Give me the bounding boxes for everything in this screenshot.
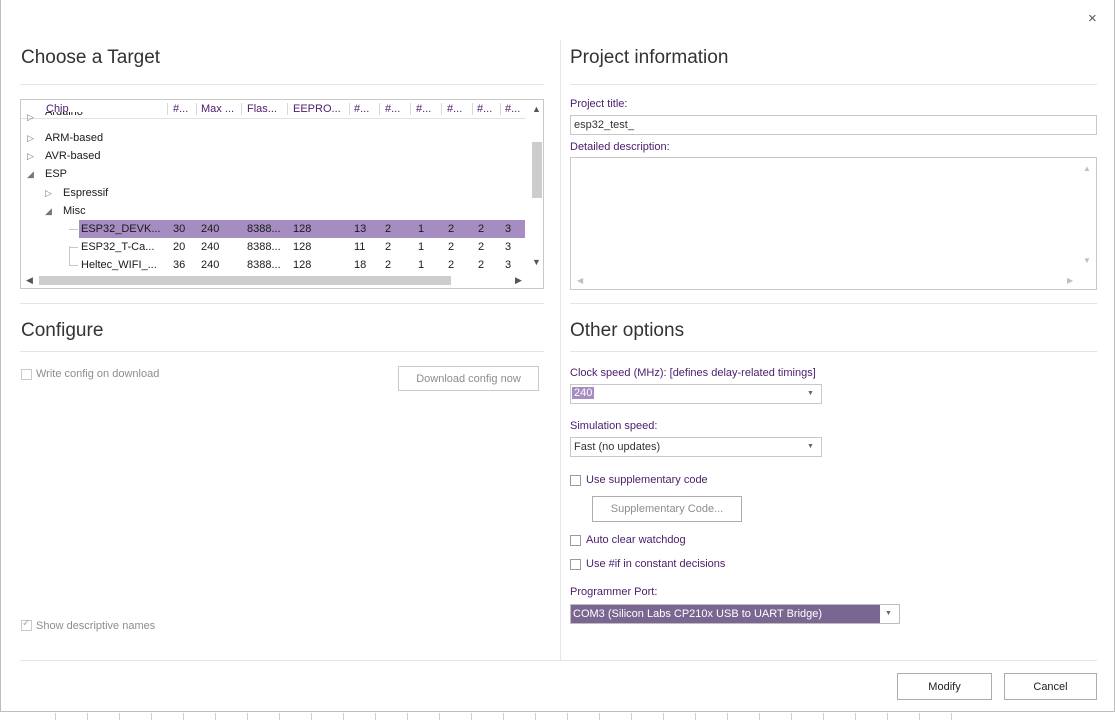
download-config-button[interactable]: Download config now [398,366,539,391]
project-title-label: Project title: [570,98,628,110]
horizontal-scroll-thumb[interactable] [39,276,451,285]
description-textarea[interactable]: ▲ ▼ ◀ ▶ [570,157,1097,290]
tree-row-label: AVR-based [45,150,101,162]
chevron-down-icon[interactable]: ▼ [885,610,892,617]
expand-icon[interactable]: ▷ [45,184,52,202]
target-bottom-divider [20,303,544,304]
chip-row[interactable]: ESP32_T-Ca... 20 240 8388... 128 11 2 1 … [21,238,526,256]
collapse-icon[interactable]: ◢ [27,165,34,183]
show-descriptive-label: Show descriptive names [36,620,156,632]
chip-tree-grid[interactable]: Chip #... Max ... Flas... EEPRO... #... … [20,99,544,289]
horizontal-scrollbar[interactable]: ◀ ▶ [21,273,526,288]
tree-row-arm[interactable]: ▷ ARM-based [21,129,526,147]
sim-speed-label: Simulation speed: [570,420,658,432]
scroll-right-icon[interactable]: ▶ [515,275,522,286]
expand-icon[interactable]: ▷ [27,147,34,165]
pane-divider [560,40,561,660]
target-heading: Choose a Target [21,47,161,68]
clock-speed-select[interactable]: 240 ▼ [570,384,822,404]
description-label: Detailed description: [570,141,670,153]
project-bottom-divider [570,303,1097,304]
port-label: Programmer Port: [570,586,658,598]
target-divider [20,84,544,85]
configure-divider [20,351,544,352]
scroll-left-icon[interactable]: ◀ [26,275,33,286]
watchdog-label: Auto clear watchdog [586,534,686,546]
tree-row-label: Arduino [45,112,83,118]
tree-row-misc[interactable]: ◢ Misc [21,202,526,220]
chip-row[interactable]: Heltec_WIFI_... 36 240 8388... 128 18 2 … [21,246,526,274]
chevron-down-icon[interactable]: ▼ [807,443,814,450]
ifdef-label: Use #if in constant decisions [586,558,726,570]
options-divider [570,351,1097,352]
scroll-right-icon[interactable]: ▶ [1067,276,1073,285]
expand-icon[interactable]: ▷ [27,129,34,147]
chevron-down-icon[interactable]: ▼ [807,390,814,397]
close-icon[interactable]: × [1088,10,1097,27]
chip-row[interactable]: ESP32_DEVK... 30 240 8388... 128 13 2 1 … [21,220,526,238]
project-divider [570,84,1097,85]
modify-button[interactable]: Modify [897,673,992,700]
tree-row-espressif[interactable]: ▷ Espressif [21,184,526,202]
scroll-down-icon[interactable]: ▼ [1083,256,1091,265]
configure-heading: Configure [21,320,104,341]
footer-divider [20,660,1097,661]
scroll-up-icon[interactable]: ▲ [532,104,541,114]
sim-speed-select[interactable]: Fast (no updates) ▼ [570,437,822,457]
clock-speed-label: Clock speed (MHz): [defines delay-relate… [570,367,816,379]
chip-name: Heltec_WIFI_... [81,259,157,271]
project-title-input[interactable]: esp32_test_ [570,115,1097,135]
write-config-label: Write config on download [36,368,160,380]
chip-name: ESP32_T-Ca... [81,241,155,253]
write-config-checkbox[interactable] [21,369,32,380]
options-heading: Other options [570,320,685,341]
scroll-up-icon[interactable]: ▲ [1083,164,1091,173]
watchdog-checkbox[interactable] [570,535,581,546]
checkmark-icon: ✓ [22,618,31,629]
vertical-scrollbar[interactable]: ▲ ▼ [528,100,543,271]
show-descriptive-checkbox[interactable]: ✓ [21,618,32,631]
vertical-scroll-thumb[interactable] [532,142,542,198]
tree-row-label: ESP [45,168,68,180]
tree-row-cut[interactable]: ▷ Arduino [21,112,526,121]
project-heading: Project information [570,47,729,68]
scroll-down-icon[interactable]: ▼ [532,257,541,267]
chip-name: ESP32_DEVK... [81,223,161,235]
cancel-button[interactable]: Cancel [1004,673,1097,700]
supp-code-checkbox[interactable] [570,475,581,486]
tree-row-esp[interactable]: ◢ ESP [21,165,526,183]
tree-row-label: Espressif [63,187,109,199]
scroll-left-icon[interactable]: ◀ [577,276,583,285]
tree-row-label: ARM-based [45,132,104,144]
port-select[interactable]: COM3 (Silicon Labs CP210x USB to UART Br… [570,604,900,624]
ifdef-checkbox[interactable] [570,559,581,570]
collapse-icon[interactable]: ◢ [45,202,52,220]
tree-row-label: Misc [63,205,86,217]
supp-code-button[interactable]: Supplementary Code... [592,496,742,522]
tree-row-avr[interactable]: ▷ AVR-based [21,147,526,165]
supp-code-label: Use supplementary code [586,474,708,486]
